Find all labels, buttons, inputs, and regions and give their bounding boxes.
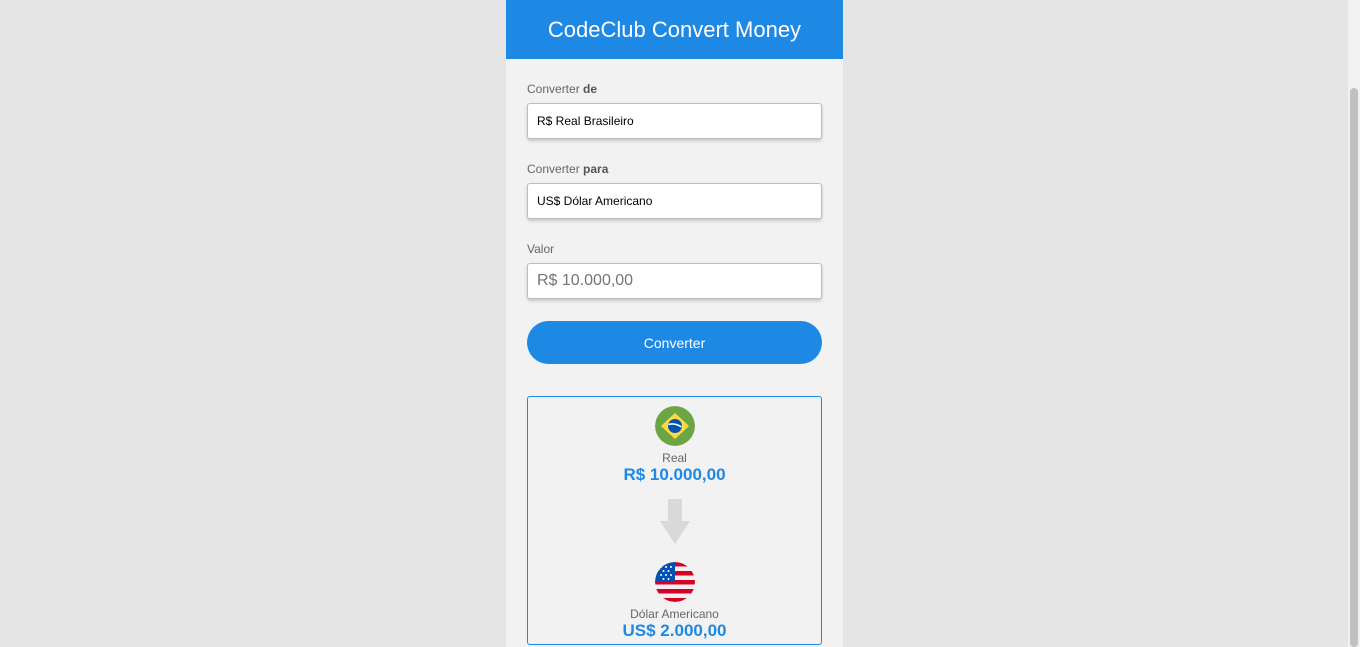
value-label: Valor: [527, 242, 555, 256]
to-currency-selected: US$ Dólar Americano: [537, 194, 653, 208]
brazil-flag-icon: [654, 406, 695, 446]
conversion-form: Converter de R$ Real Brasileiro Converte…: [506, 82, 843, 645]
usa-flag-icon: [654, 562, 695, 602]
app-header: CodeClub Convert Money: [506, 0, 843, 59]
from-currency-label: Converter de: [527, 82, 598, 96]
from-currency-selected: R$ Real Brasileiro: [537, 114, 634, 128]
converter-app: CodeClub Convert Money Converter de R$ R…: [506, 0, 843, 647]
conversion-result: Real R$ 10.000,00 Dólar Americano US$ 2.…: [527, 396, 822, 645]
scrollbar-thumb[interactable]: [1350, 88, 1358, 647]
from-currency-select[interactable]: R$ Real Brasileiro: [527, 103, 822, 139]
arrow-down-icon: [659, 499, 691, 549]
to-amount: US$ 2.000,00: [622, 621, 727, 640]
value-input[interactable]: [527, 263, 822, 299]
to-currency-label: Converter para: [527, 162, 609, 176]
from-currency-name: Real: [662, 451, 687, 465]
from-amount: R$ 10.000,00: [623, 465, 726, 484]
to-currency-select[interactable]: US$ Dólar Americano: [527, 183, 822, 219]
convert-button[interactable]: Converter: [527, 321, 822, 364]
to-currency-name: Dólar Americano: [630, 607, 719, 621]
page-scrollbar[interactable]: [1348, 0, 1360, 647]
app-title: CodeClub Convert Money: [547, 16, 802, 42]
